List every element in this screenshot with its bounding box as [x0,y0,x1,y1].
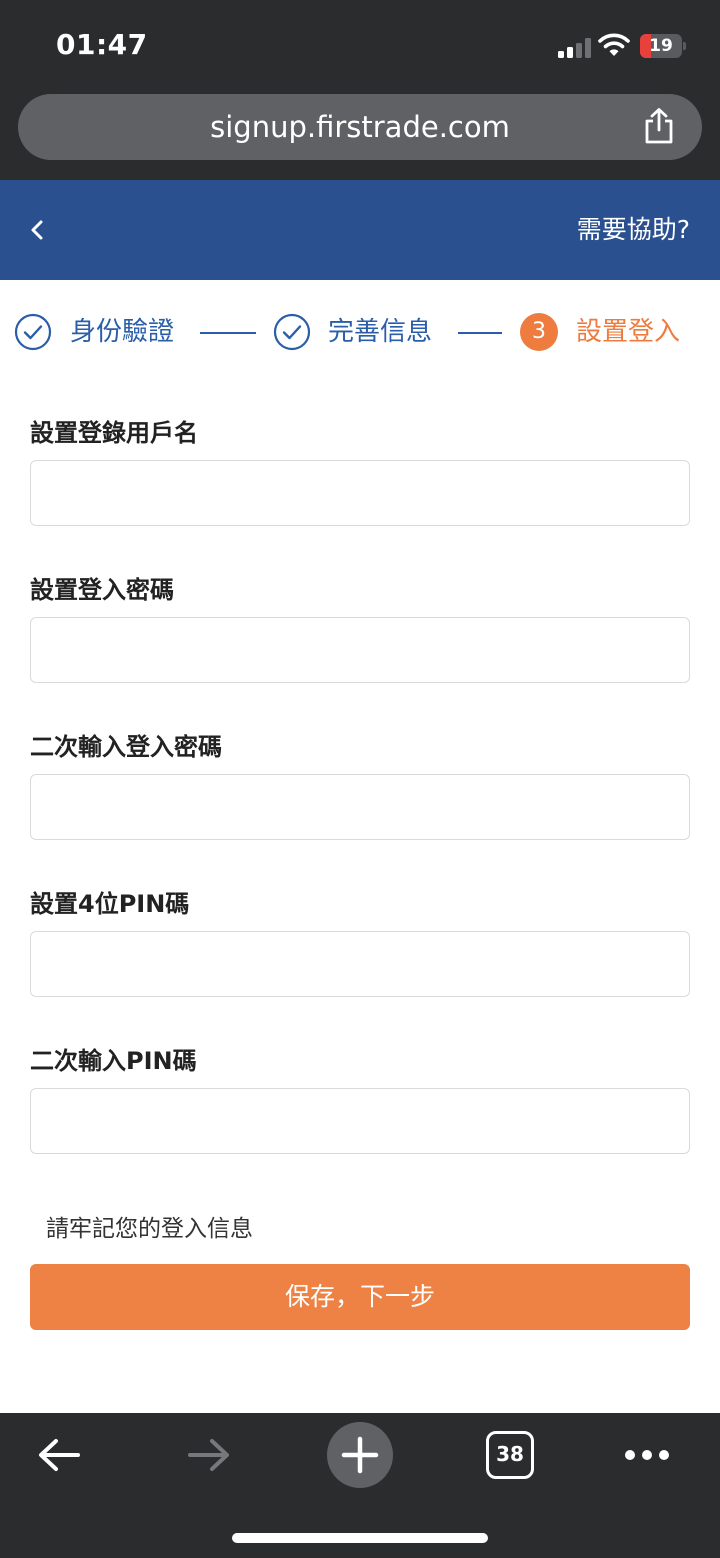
more-icon[interactable] [622,1445,672,1465]
url-text: signup.firstrade.com [210,110,510,144]
chevron-left-icon[interactable] [22,210,52,250]
battery-level: 19 [649,36,673,56]
confirm-password-label: 二次輸入登入密碼 [30,733,222,761]
check-circle-icon [273,313,311,351]
help-link[interactable]: 需要協助? [577,210,690,250]
progress-stepper: 身份驗證 完善信息 3 設置登入 [0,300,720,364]
password-label: 設置登入密碼 [30,576,174,604]
cellular-signal-icon [558,38,592,58]
confirm-password-input[interactable] [30,774,690,840]
browser-top-chrome: 01:47 19 signup.firstrade.com [0,0,720,180]
password-input[interactable] [30,617,690,683]
tabs-icon[interactable]: 38 [486,1431,534,1479]
confirm-pin-input[interactable] [30,1088,690,1154]
share-icon[interactable] [640,106,678,146]
battery-icon: 19 [640,34,686,58]
wifi-icon [598,33,630,56]
username-label: 設置登錄用戶名 [30,419,198,447]
username-input[interactable] [30,460,690,526]
step-label-identity: 身份驗證 [70,317,175,347]
save-next-button[interactable]: 保存，下一步 [30,1264,690,1330]
confirm-pin-label: 二次輸入PIN碼 [30,1047,197,1075]
app-header: 需要協助? [0,180,720,280]
back-arrow-icon[interactable] [36,1435,82,1475]
home-indicator [232,1533,488,1543]
step-connector [200,332,256,334]
tab-count: 38 [496,1442,524,1466]
step-label-info: 完善信息 [328,317,433,347]
pin-input[interactable] [30,931,690,997]
step-number-badge: 3 [520,313,558,351]
new-tab-plus-icon[interactable] [326,1421,394,1489]
address-bar[interactable]: signup.firstrade.com [18,94,702,160]
step-connector [458,332,502,334]
remember-hint: 請牢記您的登入信息 [46,1216,253,1242]
status-time: 01:47 [56,28,148,61]
pin-label: 設置4位PIN碼 [30,890,190,918]
forward-arrow-icon[interactable] [186,1435,232,1475]
step-label-login: 設置登入 [576,317,681,347]
check-circle-icon [14,313,52,351]
